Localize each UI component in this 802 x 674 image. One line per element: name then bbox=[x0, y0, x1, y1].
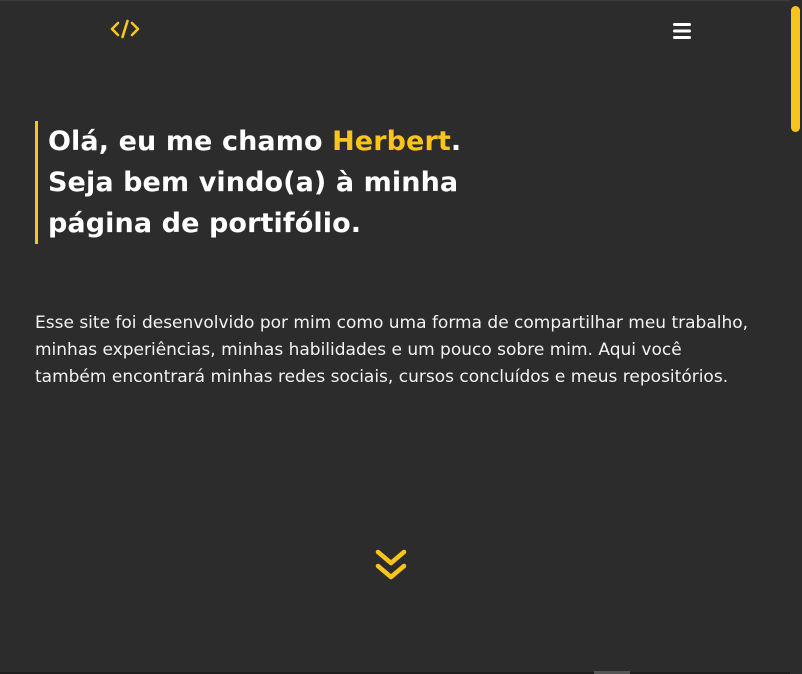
scroll-down-button[interactable] bbox=[373, 546, 409, 586]
hero-line1-prefix: Olá, eu me chamo bbox=[48, 126, 333, 157]
code-brackets-icon bbox=[110, 19, 140, 39]
top-border bbox=[0, 0, 802, 1]
hero-line1-suffix: . bbox=[450, 126, 462, 157]
hamburger-menu-icon bbox=[673, 23, 691, 39]
intro-description: Esse site foi desenvolvido por mim como … bbox=[35, 313, 749, 387]
scrollbar-track[interactable] bbox=[790, 0, 802, 674]
hero-heading-block: Olá, eu me chamo Herbert. Seja bem vindo… bbox=[35, 121, 568, 244]
hero-line2: Seja bem vindo(a) à minha bbox=[48, 167, 459, 198]
hero-name: Herbert bbox=[332, 126, 451, 157]
logo-code-icon[interactable] bbox=[110, 18, 140, 40]
hero-heading: Olá, eu me chamo Herbert. Seja bem vindo… bbox=[48, 121, 568, 244]
scrollbar-thumb[interactable] bbox=[791, 6, 800, 132]
hero-line3: página de portifólio. bbox=[48, 208, 362, 239]
double-chevron-down-icon bbox=[375, 549, 407, 580]
menu-button[interactable] bbox=[670, 20, 694, 42]
